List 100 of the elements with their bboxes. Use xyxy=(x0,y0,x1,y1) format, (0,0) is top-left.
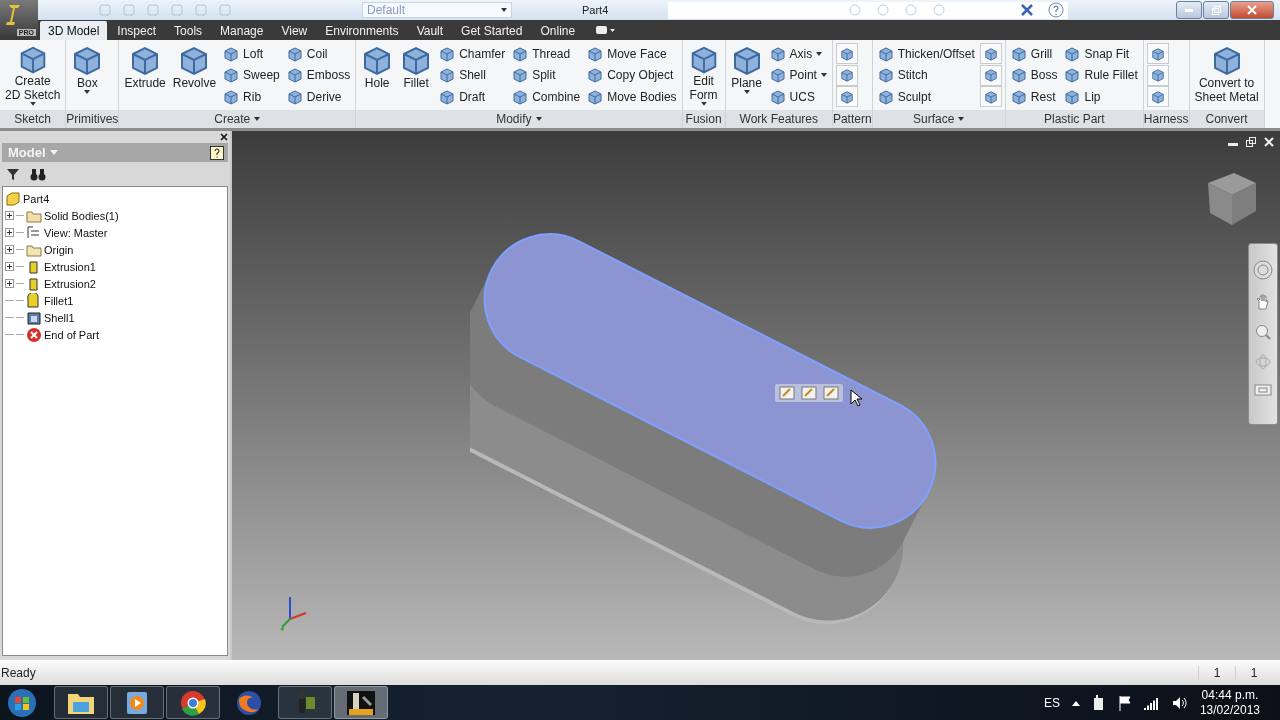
ribbon-tab[interactable]: Online xyxy=(532,21,584,40)
ribbon-tab[interactable]: 3D Model xyxy=(40,21,108,40)
tree-item[interactable]: Solid Bodies(1) xyxy=(44,209,119,222)
expand-toggle[interactable] xyxy=(5,262,14,271)
ribbon-button[interactable]: Sweep xyxy=(221,64,282,86)
ribbon-tab[interactable]: Vault xyxy=(408,21,452,40)
ribbon-button[interactable]: Axis xyxy=(767,43,829,64)
restore-button[interactable] xyxy=(1203,1,1229,19)
show-hidden-icons-icon[interactable] xyxy=(1071,699,1080,706)
binoculars-icon[interactable] xyxy=(30,167,46,181)
ribbon-tab[interactable]: Manage xyxy=(212,21,272,40)
ribbon-button[interactable]: Rib xyxy=(221,86,282,107)
close-icon[interactable] xyxy=(220,133,228,141)
panel-title[interactable]: Fusion xyxy=(682,110,725,128)
edit-icon[interactable] xyxy=(801,386,817,400)
ribbon-tab[interactable]: Inspect xyxy=(109,21,165,40)
ribbon-button[interactable]: Lip xyxy=(1062,86,1140,107)
panel-title[interactable]: Surface xyxy=(872,110,1005,128)
taskbar-button[interactable] xyxy=(334,686,388,719)
ribbon-tab[interactable]: Tools xyxy=(166,21,211,40)
ribbon-button[interactable]: Snap Fit xyxy=(1062,43,1140,64)
panel-title[interactable]: Pattern xyxy=(832,110,872,128)
edit-icon[interactable] xyxy=(823,386,839,400)
ribbon-icon-button[interactable] xyxy=(1146,64,1169,86)
ribbon-icon-button[interactable] xyxy=(835,43,858,64)
ribbon-button[interactable]: Chamfer xyxy=(437,43,508,64)
ribbon-button[interactable]: Rest xyxy=(1008,86,1060,107)
ribbon-button[interactable]: Fillet xyxy=(398,42,435,108)
tree-item[interactable]: Part4 xyxy=(23,192,50,205)
ribbon-button[interactable]: Stitch xyxy=(875,64,977,86)
ribbon-button[interactable]: Split xyxy=(510,64,583,86)
ribbon-icon-button[interactable] xyxy=(979,64,1002,86)
ribbon-button[interactable]: Derive xyxy=(284,86,353,107)
ribbon-icon-button[interactable] xyxy=(835,64,858,86)
ribbon-button[interactable]: Boss xyxy=(1008,64,1060,86)
ribbon-button[interactable]: Box xyxy=(69,42,106,108)
ribbon-button[interactable]: Emboss xyxy=(284,64,353,86)
flag-icon[interactable] xyxy=(1117,694,1132,711)
close-button[interactable] xyxy=(1230,1,1274,19)
panel-options-icon[interactable] xyxy=(595,25,616,35)
ribbon-button[interactable]: Point xyxy=(767,64,829,86)
volume-icon[interactable] xyxy=(1171,695,1188,710)
clock[interactable]: 04:44 p.m. 13/02/2013 xyxy=(1199,687,1260,718)
ribbon-button[interactable]: Loft xyxy=(221,43,282,64)
ribbon-button[interactable]: Shell xyxy=(437,64,508,86)
tree-item[interactable]: End of Part xyxy=(44,328,100,341)
ribbon-tab[interactable]: View xyxy=(273,21,316,40)
ribbon-button[interactable]: Combine xyxy=(510,86,583,107)
restore-icon[interactable] xyxy=(1246,137,1256,147)
panel-title[interactable]: Create xyxy=(119,110,356,128)
ribbon-button[interactable]: Move Bodies xyxy=(585,86,679,107)
tree-item[interactable]: Extrusion2 xyxy=(44,277,96,290)
caret-icon[interactable] xyxy=(49,150,58,155)
ribbon-button[interactable]: UCS xyxy=(767,86,829,107)
ribbon-button[interactable]: Coil xyxy=(284,43,353,64)
language-indicator[interactable]: ES xyxy=(1043,695,1060,710)
expand-toggle[interactable] xyxy=(5,228,14,237)
ribbon-button[interactable]: Move Face xyxy=(585,43,679,64)
ribbon-icon-button[interactable] xyxy=(979,43,1002,64)
search-field[interactable] xyxy=(668,1,1069,19)
taskbar-button[interactable] xyxy=(166,686,220,719)
tree-item[interactable]: Origin xyxy=(44,243,74,256)
ribbon-button[interactable]: Draft xyxy=(437,86,508,107)
ribbon-icon-button[interactable] xyxy=(1146,43,1169,64)
power-icon[interactable] xyxy=(1091,694,1106,711)
ribbon-button[interactable]: Convert to Sheet Metal xyxy=(1192,42,1261,108)
ribbon-button[interactable]: Thicken/Offset xyxy=(875,43,977,64)
ribbon-button[interactable]: Create 2D Sketch xyxy=(3,42,63,108)
expand-toggle[interactable] xyxy=(5,245,14,254)
panel-title[interactable]: Primitives xyxy=(66,110,119,128)
taskbar-button[interactable] xyxy=(54,686,108,719)
help-icon[interactable] xyxy=(210,145,224,160)
close-icon[interactable] xyxy=(1020,3,1035,17)
panel-title[interactable]: Work Features xyxy=(725,110,832,128)
panel-title[interactable]: Convert xyxy=(1189,110,1264,128)
look-at-icon[interactable] xyxy=(1254,384,1272,396)
ribbon-tab[interactable]: Environments xyxy=(317,21,407,40)
tree-item[interactable]: View: Master xyxy=(44,226,108,239)
ribbon-icon-button[interactable] xyxy=(1146,86,1169,107)
ribbon-icon-button[interactable] xyxy=(979,86,1002,107)
panel-title[interactable]: Harness xyxy=(1143,110,1189,128)
ribbon-button[interactable]: Copy Object xyxy=(585,64,679,86)
ribbon-button[interactable]: Thread xyxy=(510,43,583,64)
panel-title[interactable]: Modify xyxy=(356,110,682,128)
minimize-button[interactable] xyxy=(1176,1,1202,19)
ribbon-icon-button[interactable] xyxy=(835,86,858,107)
ribbon-button[interactable]: Rule Fillet xyxy=(1062,64,1140,86)
ribbon-button[interactable]: Plane xyxy=(728,42,765,108)
zoom-icon[interactable] xyxy=(1255,324,1271,340)
expand-toggle[interactable] xyxy=(5,211,14,220)
ribbon-button[interactable]: Revolve xyxy=(170,42,219,108)
panel-title[interactable]: Plastic Part xyxy=(1005,110,1143,128)
pan-icon[interactable] xyxy=(1255,294,1271,310)
filter-icon[interactable] xyxy=(6,167,20,181)
ribbon-button[interactable]: Hole xyxy=(359,42,396,108)
steering-wheel-icon[interactable] xyxy=(1253,260,1273,280)
tree-item[interactable]: Fillet1 xyxy=(44,294,74,307)
taskbar-button[interactable] xyxy=(110,686,164,719)
edit-icon[interactable] xyxy=(779,386,795,400)
ribbon-button[interactable]: Edit Form xyxy=(685,42,722,108)
